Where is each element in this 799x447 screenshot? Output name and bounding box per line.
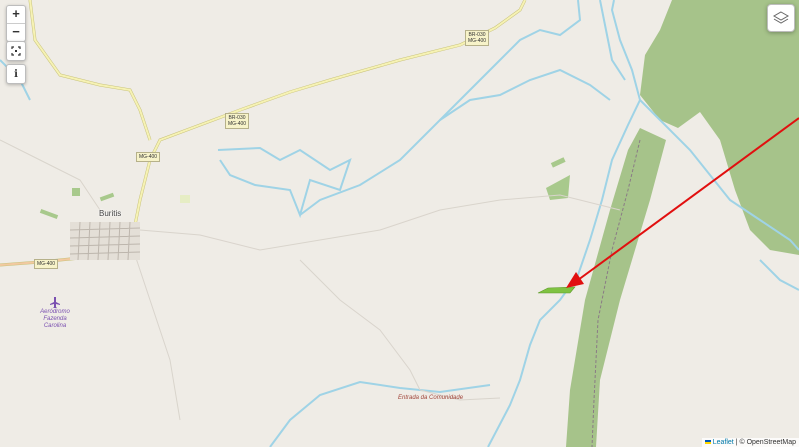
road-shield-mg400-1: MG-400 xyxy=(136,152,161,162)
info-button[interactable]: i xyxy=(6,64,26,84)
osm-attribution[interactable]: | © OpenStreetMap xyxy=(736,439,796,446)
shield-text: MG-400 xyxy=(37,261,56,267)
target-polygon xyxy=(537,286,576,294)
map-canvas[interactable]: BR-030 MG-400 BR-030 MG-400 MG-400 MG-40… xyxy=(0,0,799,447)
road-shield-br030-central: BR-030 MG-400 xyxy=(225,113,250,129)
zoom-in-button[interactable]: + xyxy=(7,6,25,24)
fullscreen-icon xyxy=(11,46,21,56)
map-attribution: Leaflet | © OpenStreetMap xyxy=(701,438,799,447)
shield-line-2: MG-400 xyxy=(468,38,487,44)
small-green-patch-2 xyxy=(550,157,566,168)
town-label: Buritis xyxy=(99,209,122,218)
airport-label-line-3: Carolina xyxy=(43,323,67,329)
shield-text: MG-400 xyxy=(139,154,158,160)
info-icon: i xyxy=(14,68,18,80)
layers-icon xyxy=(773,11,789,24)
layers-button[interactable] xyxy=(767,4,795,32)
leaflet-link[interactable]: Leaflet xyxy=(713,439,734,446)
airport-label-line-2: Fazenda xyxy=(43,316,67,322)
shield-line-2: MG-400 xyxy=(228,121,247,127)
ukraine-flag-icon xyxy=(704,440,711,445)
road-shield-mg400-2: MG-400 xyxy=(34,259,59,269)
fullscreen-button[interactable] xyxy=(6,41,26,61)
airport-label-line-1: Aeródromo xyxy=(40,309,70,315)
map-tiles xyxy=(0,0,799,447)
entrada-label: Entrada da Comunidade xyxy=(398,395,464,401)
road-shield-br030-north: BR-030 MG-400 xyxy=(465,30,490,46)
airport-icon xyxy=(50,297,60,308)
zoom-control: + − xyxy=(6,5,26,42)
red-arrow-head xyxy=(566,272,584,288)
airport-label: Aeródromo Fazenda Carolina xyxy=(38,309,72,330)
town-grid xyxy=(69,221,141,261)
forest-left-strip xyxy=(566,128,666,447)
zoom-out-button[interactable]: − xyxy=(7,24,25,41)
